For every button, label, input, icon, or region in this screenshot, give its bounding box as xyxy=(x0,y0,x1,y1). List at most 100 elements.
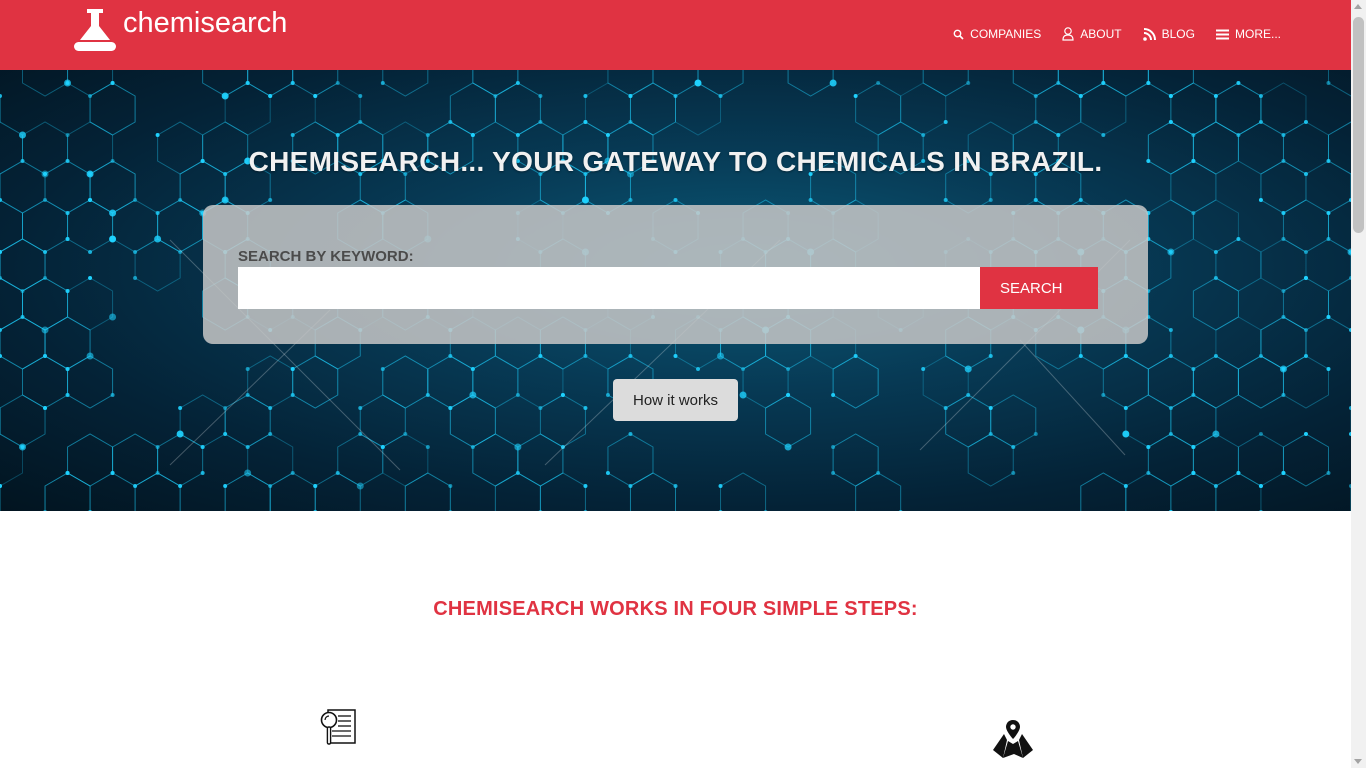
hex-node xyxy=(853,354,858,358)
hex-node xyxy=(560,393,565,397)
hex-cell xyxy=(112,199,159,253)
hex-node xyxy=(943,198,948,202)
hex-cell xyxy=(1170,394,1217,448)
hex-node xyxy=(245,445,250,449)
hex-cell xyxy=(269,472,316,511)
hex-cell xyxy=(720,472,767,511)
hex-node xyxy=(1326,471,1331,475)
hex-node xyxy=(1281,471,1286,475)
hex-node xyxy=(831,445,836,449)
hex-node xyxy=(19,443,27,451)
hex-node xyxy=(65,133,70,137)
hex-node xyxy=(1281,289,1286,293)
hex-node xyxy=(1168,354,1173,358)
hex-node xyxy=(470,133,475,137)
nav-about[interactable]: ABOUT xyxy=(1062,24,1122,44)
how-it-works-button[interactable]: How it works xyxy=(613,379,738,421)
hex-node xyxy=(88,276,93,280)
hex-node xyxy=(110,471,115,475)
hex-node xyxy=(268,198,273,202)
nav-more-label: MORE... xyxy=(1234,27,1281,41)
hex-cell xyxy=(607,70,654,97)
hex-cell xyxy=(22,277,69,331)
hex-node xyxy=(335,81,340,85)
brand-logo[interactable]: chemisearch xyxy=(72,6,287,52)
hex-node xyxy=(65,237,70,241)
hex-cell xyxy=(67,355,114,409)
nav-more[interactable]: MORE... xyxy=(1215,24,1281,44)
hex-cell xyxy=(967,433,1014,487)
hex-node xyxy=(43,510,47,511)
hex-cell xyxy=(382,355,429,409)
hex-node xyxy=(200,471,205,475)
hex-node xyxy=(1303,276,1308,280)
page-scrollbar[interactable] xyxy=(1351,0,1366,768)
hex-node xyxy=(448,120,453,124)
hex-node xyxy=(1326,81,1331,85)
hex-node xyxy=(786,393,791,397)
hex-cell xyxy=(0,277,24,331)
nav-blog[interactable]: BLOG xyxy=(1142,24,1195,44)
hex-node xyxy=(155,211,160,215)
hex-cell xyxy=(1327,70,1351,97)
hex-cell xyxy=(1215,316,1262,370)
hex-node xyxy=(583,354,588,358)
hex-cell xyxy=(1057,70,1104,97)
hex-cell xyxy=(629,472,676,511)
brand-name[interactable]: chemisearch xyxy=(123,7,287,39)
hex-node xyxy=(110,81,115,85)
hex-node xyxy=(1236,471,1241,475)
hex-node xyxy=(898,510,903,511)
hex-node xyxy=(425,393,430,397)
hex-cell xyxy=(472,433,519,487)
nav-companies[interactable]: COMPANIES xyxy=(953,24,1041,44)
hex-cell xyxy=(1125,472,1172,511)
hex-cell xyxy=(427,355,474,409)
hex-cell xyxy=(1260,82,1307,136)
hex-node xyxy=(223,94,228,98)
scroll-thumb[interactable] xyxy=(1353,17,1364,233)
hex-node xyxy=(86,352,94,360)
hex-node xyxy=(380,81,385,85)
hex-node xyxy=(739,391,747,399)
hex-node xyxy=(245,81,250,85)
hex-node xyxy=(245,367,250,371)
hex-cell xyxy=(697,70,744,97)
keyword-search-input[interactable] xyxy=(238,267,980,309)
hex-node xyxy=(1281,315,1286,319)
hex-cell xyxy=(1147,355,1194,409)
hex-node xyxy=(538,510,543,511)
hex-node xyxy=(133,484,138,488)
hex-node xyxy=(1326,315,1331,319)
hex-cell xyxy=(539,394,586,448)
nav-companies-label: COMPANIES xyxy=(970,27,1042,41)
scroll-up-arrow-icon[interactable] xyxy=(1354,4,1362,9)
hex-cell xyxy=(1282,199,1329,253)
hex-node xyxy=(784,443,792,451)
hex-node xyxy=(313,94,318,98)
hex-cell xyxy=(1237,433,1284,487)
hex-node xyxy=(1101,133,1106,137)
search-button[interactable]: SEARCH xyxy=(980,267,1098,309)
hex-cell xyxy=(67,70,114,97)
steps-heading: CHEMISEARCH WORKS IN FOUR SIMPLE STEPS: xyxy=(433,598,918,620)
hex-node xyxy=(1122,430,1130,438)
hex-cell xyxy=(1102,355,1149,409)
hex-node xyxy=(290,367,295,371)
hex-cell xyxy=(157,433,204,487)
hex-cell xyxy=(945,394,992,448)
hex-node xyxy=(200,445,205,449)
hex-node xyxy=(1281,367,1286,371)
hex-node xyxy=(718,484,723,488)
hex-cell xyxy=(652,70,699,97)
hex-cell xyxy=(1192,355,1239,409)
hex-node xyxy=(358,94,363,98)
hex-cell xyxy=(1080,82,1127,136)
hex-cell xyxy=(449,82,496,136)
hex-node xyxy=(628,484,633,488)
scroll-down-arrow-icon[interactable] xyxy=(1354,759,1362,764)
hex-cell xyxy=(1260,238,1307,292)
hex-cell xyxy=(607,433,654,487)
document-search-icon xyxy=(320,709,356,745)
hex-node xyxy=(65,367,70,371)
